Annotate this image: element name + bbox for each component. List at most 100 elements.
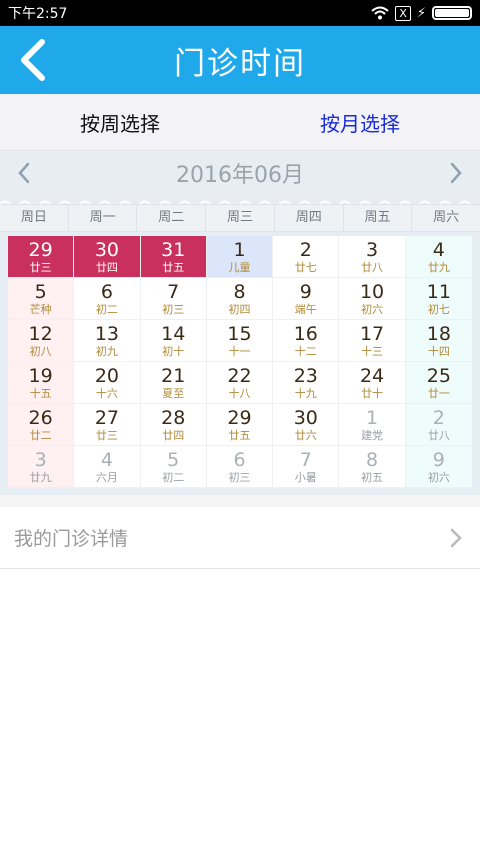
calendar-day-cell[interactable]: 12 初八: [8, 320, 75, 362]
calendar-day-cell[interactable]: 8 初五: [339, 446, 406, 488]
calendar-day-cell[interactable]: 30 廿四: [74, 236, 141, 278]
day-number: 3: [366, 238, 379, 261]
calendar-day-cell[interactable]: 26 廿二: [8, 404, 75, 446]
sim-x-icon: X: [395, 5, 411, 21]
calendar-day-cell[interactable]: 4 廿九: [405, 236, 472, 278]
month-title: 2016年06月: [176, 162, 304, 188]
day-number: 26: [28, 406, 53, 429]
chevron-left-icon: [18, 162, 30, 183]
calendar-day-cell[interactable]: 6 初三: [206, 446, 274, 488]
calendar-day-cell[interactable]: 17 十三: [339, 320, 406, 362]
day-lunar-label: 初二: [95, 302, 118, 316]
day-number: 30: [293, 406, 318, 429]
calendar-day-cell[interactable]: 24 廿十: [339, 362, 406, 404]
day-lunar-label: 廿四: [162, 428, 185, 442]
wave-divider: [0, 194, 480, 204]
calendar-day-cell[interactable]: 5 芒种: [8, 278, 75, 320]
calendar-day-cell[interactable]: 7 小暑: [273, 446, 340, 488]
status-time: 下午2:57: [8, 6, 68, 22]
day-lunar-label: 小暑: [294, 470, 317, 484]
day-lunar-label: 儿童: [228, 260, 251, 274]
calendar-day-cell[interactable]: 1 建党: [339, 404, 406, 446]
day-lunar-label: 廿九: [427, 260, 450, 274]
calendar-day-cell[interactable]: 27 廿三: [74, 404, 141, 446]
calendar-day-cell[interactable]: 13 初九: [74, 320, 141, 362]
day-number: 7: [167, 280, 180, 303]
calendar-day-cell[interactable]: 6 初二: [74, 278, 141, 320]
day-lunar-label: 十一: [228, 344, 251, 358]
day-number: 25: [426, 364, 451, 387]
day-number: 17: [359, 322, 385, 345]
day-number: 5: [167, 448, 180, 471]
calendar-day-cell[interactable]: 18 十四: [405, 320, 472, 362]
day-lunar-label: 廿十: [361, 386, 384, 400]
day-number: 2: [432, 406, 445, 429]
calendar-day-cell[interactable]: 16 十二: [273, 320, 340, 362]
tab-month-select[interactable]: 按月选择: [240, 108, 480, 137]
calendar-day-cell[interactable]: 19 十五: [8, 362, 75, 404]
day-lunar-label: 初七: [427, 302, 450, 316]
calendar-day-cell[interactable]: 20 十六: [74, 362, 141, 404]
calendar-day-cell[interactable]: 7 初三: [140, 278, 207, 320]
day-lunar-label: 初二: [162, 470, 185, 484]
calendar-day-cell[interactable]: 5 初二: [140, 446, 207, 488]
tab-week-select[interactable]: 按周选择: [0, 108, 240, 137]
calendar-day-cell[interactable]: 23 十九: [273, 362, 340, 404]
day-lunar-label: 十三: [361, 344, 384, 358]
month-navigation: 2016年06月: [0, 150, 480, 194]
day-lunar-label: 十五: [29, 386, 52, 400]
day-number: 15: [227, 322, 252, 345]
calendar-day-cell[interactable]: 11 初七: [405, 278, 472, 320]
prev-month-button[interactable]: [12, 158, 36, 188]
calendar-day-cell[interactable]: 8 初四: [206, 278, 274, 320]
weekday-mon: 周一: [69, 205, 138, 231]
calendar-day-cell[interactable]: 28 廿四: [140, 404, 207, 446]
calendar-day-cell[interactable]: 14 初十: [140, 320, 207, 362]
weekday-tue: 周二: [137, 205, 207, 231]
calendar-day-cell[interactable]: 15 十一: [206, 320, 274, 362]
weekday-sun: 周日: [0, 205, 69, 231]
day-number: 29: [28, 238, 53, 261]
calendar-day-cell[interactable]: 21 夏至: [140, 362, 207, 404]
day-number: 9: [299, 280, 312, 303]
day-number: 7: [299, 448, 312, 471]
day-lunar-label: 十八: [228, 386, 251, 400]
calendar-day-cell[interactable]: 4 六月: [74, 446, 141, 488]
calendar-day-cell[interactable]: 10 初六: [339, 278, 406, 320]
day-number: 24: [359, 364, 385, 387]
weekday-sat: 周六: [433, 210, 460, 225]
calendar-day-cell[interactable]: 25 廿一: [405, 362, 472, 404]
day-number: 13: [94, 322, 120, 345]
chevron-right-icon: [446, 526, 466, 550]
status-icons: X ⚡: [371, 5, 472, 21]
day-lunar-label: 廿七: [294, 260, 317, 274]
calendar-day-cell[interactable]: 9 端午: [273, 278, 340, 320]
back-button[interactable]: [12, 36, 52, 84]
weekday-wed: 周三: [206, 205, 275, 231]
calendar-day-cell[interactable]: 31 廿五: [140, 236, 207, 278]
calendar-day-cell[interactable]: 3 廿八: [339, 236, 406, 278]
day-number: 6: [100, 280, 113, 303]
day-lunar-label: 廿一: [427, 386, 450, 400]
calendar-day-cell[interactable]: 29 廿三: [8, 236, 75, 278]
mode-tabs: 按周选择 按月选择: [0, 94, 480, 150]
calendar-day-cell[interactable]: 2 廿八: [405, 404, 472, 446]
next-month-button[interactable]: [444, 158, 468, 188]
calendar-day-cell[interactable]: 30 廿六: [273, 404, 340, 446]
my-clinic-details-row[interactable]: 我的门诊详情: [0, 507, 480, 569]
calendar-grid: 29 廿三 30 廿四 31 廿五 1 儿童 2 廿七 3 廿八 4 廿九 5 芒种 6 初二 7 初三 8 初四 9 端午 1…: [8, 236, 472, 488]
day-number: 11: [426, 280, 451, 303]
calendar-day-cell[interactable]: 2 廿七: [273, 236, 340, 278]
calendar-day-cell[interactable]: 1 儿童: [206, 236, 274, 278]
day-number: 28: [161, 406, 186, 429]
calendar-day-cell[interactable]: 22 十八: [206, 362, 274, 404]
day-number: 1: [233, 238, 246, 261]
day-lunar-label: 十二: [294, 344, 317, 358]
day-number: 27: [94, 406, 120, 429]
calendar-day-cell[interactable]: 29 廿五: [206, 404, 274, 446]
calendar-day-cell[interactable]: 9 初六: [405, 446, 472, 488]
app-header: 门诊时间: [0, 26, 480, 94]
calendar-day-cell[interactable]: 3 廿九: [8, 446, 75, 488]
day-number: 12: [28, 322, 53, 345]
day-number: 16: [293, 322, 318, 345]
